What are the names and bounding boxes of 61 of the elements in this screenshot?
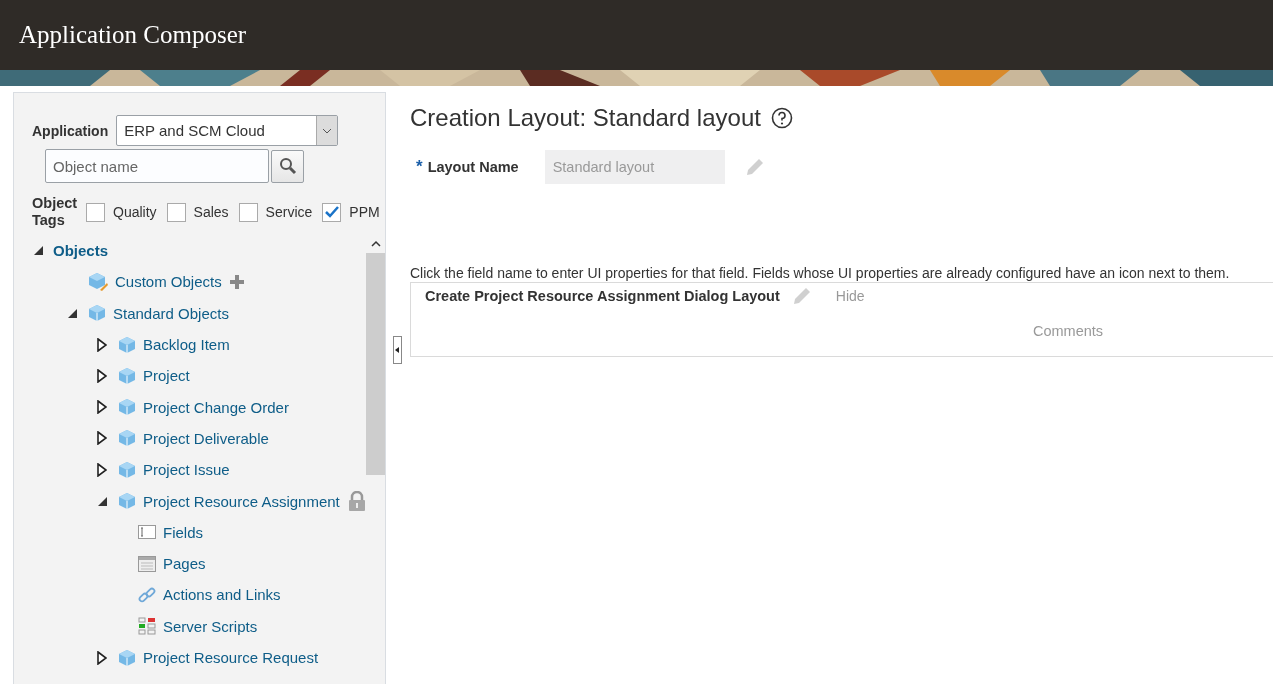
- collapse-handle[interactable]: [392, 336, 402, 364]
- required-mark: *: [416, 157, 423, 177]
- instructions-text: Click the field name to enter UI properties for that field. Fields whose UI properties are already configured have an icon next to them.: [410, 265, 1231, 281]
- tree-item[interactable]: Project Issue: [143, 461, 230, 479]
- tree-item[interactable]: Objects: [53, 242, 109, 260]
- tag-label: Service: [265, 204, 313, 220]
- tree-item[interactable]: Server Scripts: [163, 617, 258, 635]
- collapsed-triangle-icon[interactable]: [97, 462, 107, 477]
- collapsed-triangle-icon[interactable]: [97, 400, 107, 415]
- search-icon: [278, 157, 297, 175]
- text-field-icon: [138, 525, 156, 540]
- expanded-triangle-icon[interactable]: [96, 495, 108, 507]
- cube-icon: [118, 492, 136, 510]
- table-icon: [138, 555, 156, 572]
- cube-icon: [118, 398, 136, 417]
- tag-label: Sales: [193, 204, 229, 220]
- tree-item[interactable]: Pages: [163, 555, 206, 573]
- tree-item[interactable]: Backlog Item: [143, 336, 230, 354]
- cube-icon: [118, 429, 136, 448]
- plus-icon[interactable]: [227, 272, 246, 291]
- expanded-triangle-icon[interactable]: [32, 245, 44, 257]
- region-title[interactable]: Create Project Resource Assignment Dialog Layout: [425, 288, 780, 304]
- object-tags-label: Object Tags: [32, 195, 79, 229]
- collapsed-triangle-icon[interactable]: [97, 368, 107, 383]
- tree-item[interactable]: Project Resource Assignment: [143, 492, 340, 510]
- cube-icon: [118, 460, 136, 479]
- search-button[interactable]: [271, 149, 304, 183]
- cube-icon: [118, 335, 136, 354]
- cube-icon: [118, 648, 136, 667]
- checkbox[interactable]: [322, 202, 342, 222]
- chevron-down-icon: [322, 127, 333, 134]
- page-title: Creation Layout: Standard layout: [410, 104, 761, 132]
- tag-label: Quality: [113, 204, 157, 220]
- app-title: Application Composer: [19, 21, 247, 49]
- help-icon[interactable]: [770, 107, 793, 129]
- scripts-icon: [138, 617, 156, 636]
- link-icon: [138, 585, 156, 604]
- tag-label: PPM: [349, 204, 380, 220]
- search-field[interactable]: Object name: [45, 149, 269, 183]
- collapsed-triangle-icon[interactable]: [97, 337, 107, 352]
- tree-item[interactable]: Fields: [163, 523, 203, 541]
- layout-name-label: Layout Name: [427, 159, 520, 175]
- layout-name-field: Standard layout: [544, 150, 725, 184]
- checkbox[interactable]: [238, 202, 258, 222]
- checkbox[interactable]: [86, 202, 105, 222]
- expanded-triangle-icon[interactable]: [66, 307, 78, 319]
- checkbox[interactable]: [166, 202, 186, 222]
- cube-pencil-icon: [88, 271, 108, 292]
- tree-item[interactable]: Project Resource Request: [143, 649, 319, 666]
- application-label: Application: [32, 122, 109, 139]
- collapsed-triangle-icon[interactable]: [97, 650, 107, 665]
- tree-item[interactable]: Project: [143, 367, 190, 385]
- cube-icon: [88, 304, 106, 323]
- tree-item[interactable]: Custom Objects: [115, 273, 222, 291]
- application-dropdown[interactable]: ERP and SCM Cloud: [116, 115, 339, 146]
- collapsed-triangle-icon[interactable]: [97, 431, 107, 446]
- tree-item[interactable]: Actions and Links: [163, 586, 281, 604]
- tree-item[interactable]: Project Deliverable: [143, 429, 269, 447]
- tree-item[interactable]: Standard Objects: [113, 304, 229, 322]
- tree-item[interactable]: Project Change Order: [143, 398, 289, 416]
- cube-icon: [118, 366, 136, 385]
